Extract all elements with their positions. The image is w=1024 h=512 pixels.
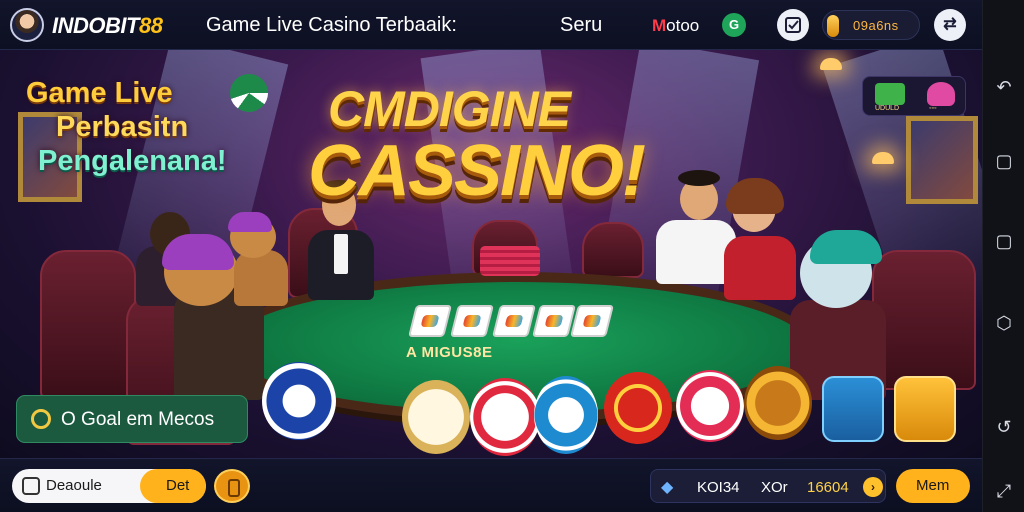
side-title-line3: Pengalenana! [38, 145, 227, 177]
green-gift-icon [875, 83, 905, 105]
system-nav-bar: ↶ ▢ ▢ ⬡ ↺ ⤢ [982, 0, 1024, 512]
goal-icon [31, 409, 51, 429]
mem-button[interactable]: Mem [896, 469, 970, 503]
top-bar: INDOBIT88 Game Live Casino Terbaaik: Ser… [0, 0, 982, 50]
promo-tile-label-left: UDULD [875, 105, 900, 112]
side-title-line1: Game Live [26, 77, 173, 109]
brand-number: 88 [138, 13, 163, 38]
mode-toggle[interactable]: Deaoule Det [12, 469, 206, 503]
frame-icon [22, 477, 40, 495]
mem-button-label: Mem [916, 477, 950, 494]
stat-a: KOI34 [697, 479, 740, 496]
wall-painting [906, 116, 978, 204]
side-title: Game Live Perbasitn Pengalenana! [26, 76, 266, 178]
mode-right-label[interactable]: Det [166, 477, 189, 494]
chip-stack [480, 246, 540, 276]
stat-c: 16604 [807, 479, 849, 496]
pink-chip[interactable] [676, 370, 744, 442]
chair [40, 250, 136, 400]
stat-b: XOr [761, 479, 788, 496]
stats-panel: ◆ KOI34 XOr 16604 › [650, 469, 886, 503]
headline-text: Game Live Casino Terbaaik: [206, 14, 457, 36]
chair [582, 222, 644, 278]
side-title-line2: Perbasitn [56, 111, 189, 143]
edit-icon[interactable] [777, 9, 809, 41]
shield-icon[interactable]: ⬡ [991, 310, 1017, 336]
expand-icon[interactable]: ⤢ [991, 478, 1017, 504]
coin-balance[interactable]: 09a6ns [822, 10, 920, 40]
bottom-bar: Deaoule Det ◆ KOI34 XOr 16604 › Mem [0, 458, 982, 512]
ceiling-lamp [820, 58, 842, 70]
recent-apps-icon[interactable]: ▢ [991, 148, 1017, 174]
blue-chip[interactable] [262, 362, 336, 440]
token-button[interactable] [214, 469, 250, 503]
g-badge-icon[interactable]: G [722, 13, 746, 37]
rotate-icon[interactable]: ↺ [991, 414, 1017, 440]
chair [872, 250, 976, 390]
bonus-tile-gold[interactable] [894, 376, 956, 442]
mode-left-label[interactable]: Deaoule [46, 477, 102, 494]
kite-icon: ◆ [661, 479, 674, 496]
banner-title: CMDIGINE CASSINO! [308, 72, 718, 222]
gold-chip[interactable] [744, 366, 812, 440]
game-screen: INDOBIT88 Game Live Casino Terbaaik: Ser… [0, 0, 1024, 512]
brand-name: INDOBIT [52, 13, 139, 38]
promo-tile[interactable]: UDULD ◦◦◦ [862, 76, 966, 116]
pink-bag-icon [927, 82, 955, 106]
red-white-chip[interactable] [470, 378, 540, 456]
avatar[interactable] [10, 8, 44, 42]
coin-value: 09a6ns [853, 18, 899, 33]
home-icon[interactable]: ▢ [991, 228, 1017, 254]
casino-scene: A MIGUS8E Game Live Perbasitn Pengalenan… [0, 50, 982, 458]
red-gold-chip[interactable] [604, 372, 672, 444]
promo-tile-label-right: ◦◦◦ [929, 105, 937, 112]
chevron-right-icon[interactable]: › [863, 477, 883, 497]
candy-chip[interactable] [402, 380, 470, 454]
blue-star-chip[interactable] [534, 376, 598, 454]
wall-lamp [872, 152, 894, 164]
share-icon[interactable]: ⇄ [934, 9, 966, 41]
bonus-tile-blue[interactable] [822, 376, 884, 442]
goal-button-label: O Goal em Mecos [61, 409, 215, 430]
back-icon[interactable]: ↶ [991, 74, 1017, 100]
goal-button[interactable]: O Goal em Mecos [16, 395, 248, 443]
brand-logo[interactable]: INDOBIT88 [52, 13, 163, 39]
table-label: A MIGUS8E [406, 344, 493, 361]
promo-label[interactable]: Motoo [652, 16, 699, 36]
promo-letter: M [652, 16, 667, 35]
promo-rest: otoo [666, 16, 700, 35]
banner-title-line2: CASSINO! [308, 131, 646, 211]
coin-icon [827, 15, 839, 37]
nav-seru[interactable]: Seru [560, 14, 602, 37]
